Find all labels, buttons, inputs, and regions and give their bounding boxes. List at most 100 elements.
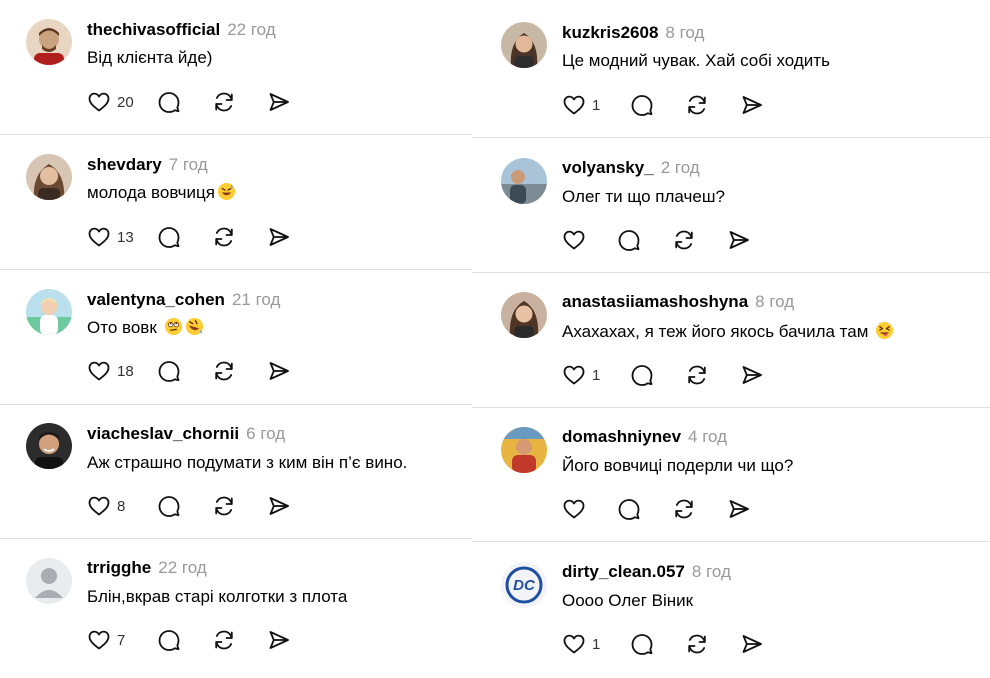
like-button[interactable]: 8 — [87, 494, 157, 518]
avatar[interactable] — [501, 158, 547, 204]
timestamp[interactable]: 8 год — [692, 562, 731, 581]
comment-actions: 7 — [87, 627, 297, 653]
heart-icon — [563, 230, 585, 250]
reply-button[interactable] — [630, 632, 685, 656]
username-link[interactable]: shevdary — [87, 155, 162, 174]
repost-button[interactable] — [672, 228, 727, 252]
share-button[interactable] — [727, 497, 757, 521]
timestamp[interactable]: 8 год — [755, 292, 794, 311]
send-icon — [742, 366, 762, 384]
comment-text: Ото вовк — [87, 317, 204, 339]
comment-meta: viacheslav_chornii 6 год — [87, 424, 285, 444]
like-button[interactable] — [562, 228, 617, 252]
avatar[interactable] — [501, 292, 547, 338]
reply-button[interactable] — [630, 93, 685, 117]
reply-button[interactable] — [630, 363, 685, 387]
share-button[interactable] — [740, 632, 770, 656]
like-count: 13 — [117, 228, 134, 246]
comment-actions — [562, 227, 757, 253]
username-link[interactable]: thechivasofficial — [87, 20, 220, 39]
repost-button[interactable] — [212, 628, 267, 652]
comment-icon — [618, 230, 640, 251]
share-button[interactable] — [727, 228, 757, 252]
repost-button[interactable] — [212, 225, 267, 249]
timestamp[interactable]: 21 год — [232, 290, 280, 309]
like-button[interactable]: 20 — [87, 90, 157, 114]
username-link[interactable]: dirty_clean.057 — [562, 562, 685, 581]
comment-actions — [562, 496, 757, 522]
share-button[interactable] — [267, 359, 297, 383]
repost-button[interactable] — [212, 494, 267, 518]
like-count: 18 — [117, 362, 134, 380]
timestamp[interactable]: 22 год — [158, 558, 206, 577]
share-button[interactable] — [267, 628, 297, 652]
comment-meta: valentyna_cohen 21 год — [87, 290, 280, 310]
like-count: 1 — [592, 635, 601, 653]
repost-button[interactable] — [685, 93, 740, 117]
comment-icon — [631, 634, 653, 655]
like-button[interactable]: 1 — [562, 363, 630, 387]
timestamp[interactable]: 6 год — [246, 424, 285, 443]
username-link[interactable]: volyansky_ — [562, 158, 654, 177]
send-icon — [269, 228, 289, 246]
reply-button[interactable] — [157, 225, 212, 249]
send-icon — [742, 96, 762, 114]
comment-meta: shevdary 7 год — [87, 155, 208, 175]
reply-button[interactable] — [157, 628, 212, 652]
avatar[interactable] — [26, 289, 72, 335]
share-button[interactable] — [740, 93, 770, 117]
comment-icon — [158, 496, 180, 517]
repost-button[interactable] — [672, 497, 727, 521]
reply-button[interactable] — [157, 90, 212, 114]
username-link[interactable]: anastasiiamashoshyna — [562, 292, 748, 311]
avatar[interactable] — [501, 427, 547, 473]
avatar[interactable] — [26, 423, 72, 469]
share-button[interactable] — [740, 363, 770, 387]
like-button[interactable] — [562, 497, 617, 521]
username-link[interactable]: domashniynev — [562, 427, 681, 446]
like-button[interactable]: 7 — [87, 628, 157, 652]
reply-button[interactable] — [617, 497, 672, 521]
repost-button[interactable] — [685, 632, 740, 656]
reply-button[interactable] — [617, 228, 672, 252]
share-button[interactable] — [267, 225, 297, 249]
timestamp[interactable]: 4 год — [688, 427, 727, 446]
repost-icon — [688, 634, 706, 654]
username-link[interactable]: trrigghe — [87, 558, 151, 577]
like-button[interactable]: 1 — [562, 93, 630, 117]
username-link[interactable]: valentyna_cohen — [87, 290, 225, 309]
comment-text: Ахахахах, я теж його якось бачила там — [562, 321, 894, 343]
comment-text-body: Це модний чувак. Хай собі ходить — [562, 51, 830, 70]
like-count: 7 — [117, 631, 126, 649]
share-button[interactable] — [267, 90, 297, 114]
reply-button[interactable] — [157, 359, 212, 383]
avatar[interactable]: DC — [501, 562, 547, 608]
like-button[interactable]: 18 — [87, 359, 157, 383]
username-link[interactable]: kuzkris2608 — [562, 23, 658, 42]
timestamp[interactable]: 22 год — [227, 20, 275, 39]
send-icon — [269, 362, 289, 380]
reply-button[interactable] — [157, 494, 212, 518]
share-button[interactable] — [267, 494, 297, 518]
like-button[interactable]: 1 — [562, 632, 630, 656]
avatar[interactable] — [26, 19, 72, 65]
repost-button[interactable] — [685, 363, 740, 387]
like-count: 1 — [592, 96, 601, 114]
comment-item: viacheslav_chornii 6 год Аж страшно подум… — [0, 405, 472, 539]
timestamp[interactable]: 8 год — [665, 23, 704, 42]
avatar[interactable] — [26, 558, 72, 604]
username-link[interactable]: viacheslav_chornii — [87, 424, 239, 443]
comment-meta: trrigghe 22 год — [87, 558, 207, 578]
comment-meta: kuzkris2608 8 год — [562, 23, 704, 43]
avatar[interactable] — [26, 154, 72, 200]
like-button[interactable]: 13 — [87, 225, 157, 249]
timestamp[interactable]: 2 год — [661, 158, 700, 177]
comment-text: Його вовчиці подерли чи що? — [562, 455, 793, 477]
repost-button[interactable] — [212, 90, 267, 114]
comment-item: valentyna_cohen 21 год Ото вовк 18 — [0, 270, 472, 405]
comment-text: Блін,вкрав старі колготки з плота — [87, 586, 347, 608]
repost-button[interactable] — [212, 359, 267, 383]
avatar[interactable] — [501, 22, 547, 68]
timestamp[interactable]: 7 год — [169, 155, 208, 174]
repost-icon — [675, 499, 693, 519]
